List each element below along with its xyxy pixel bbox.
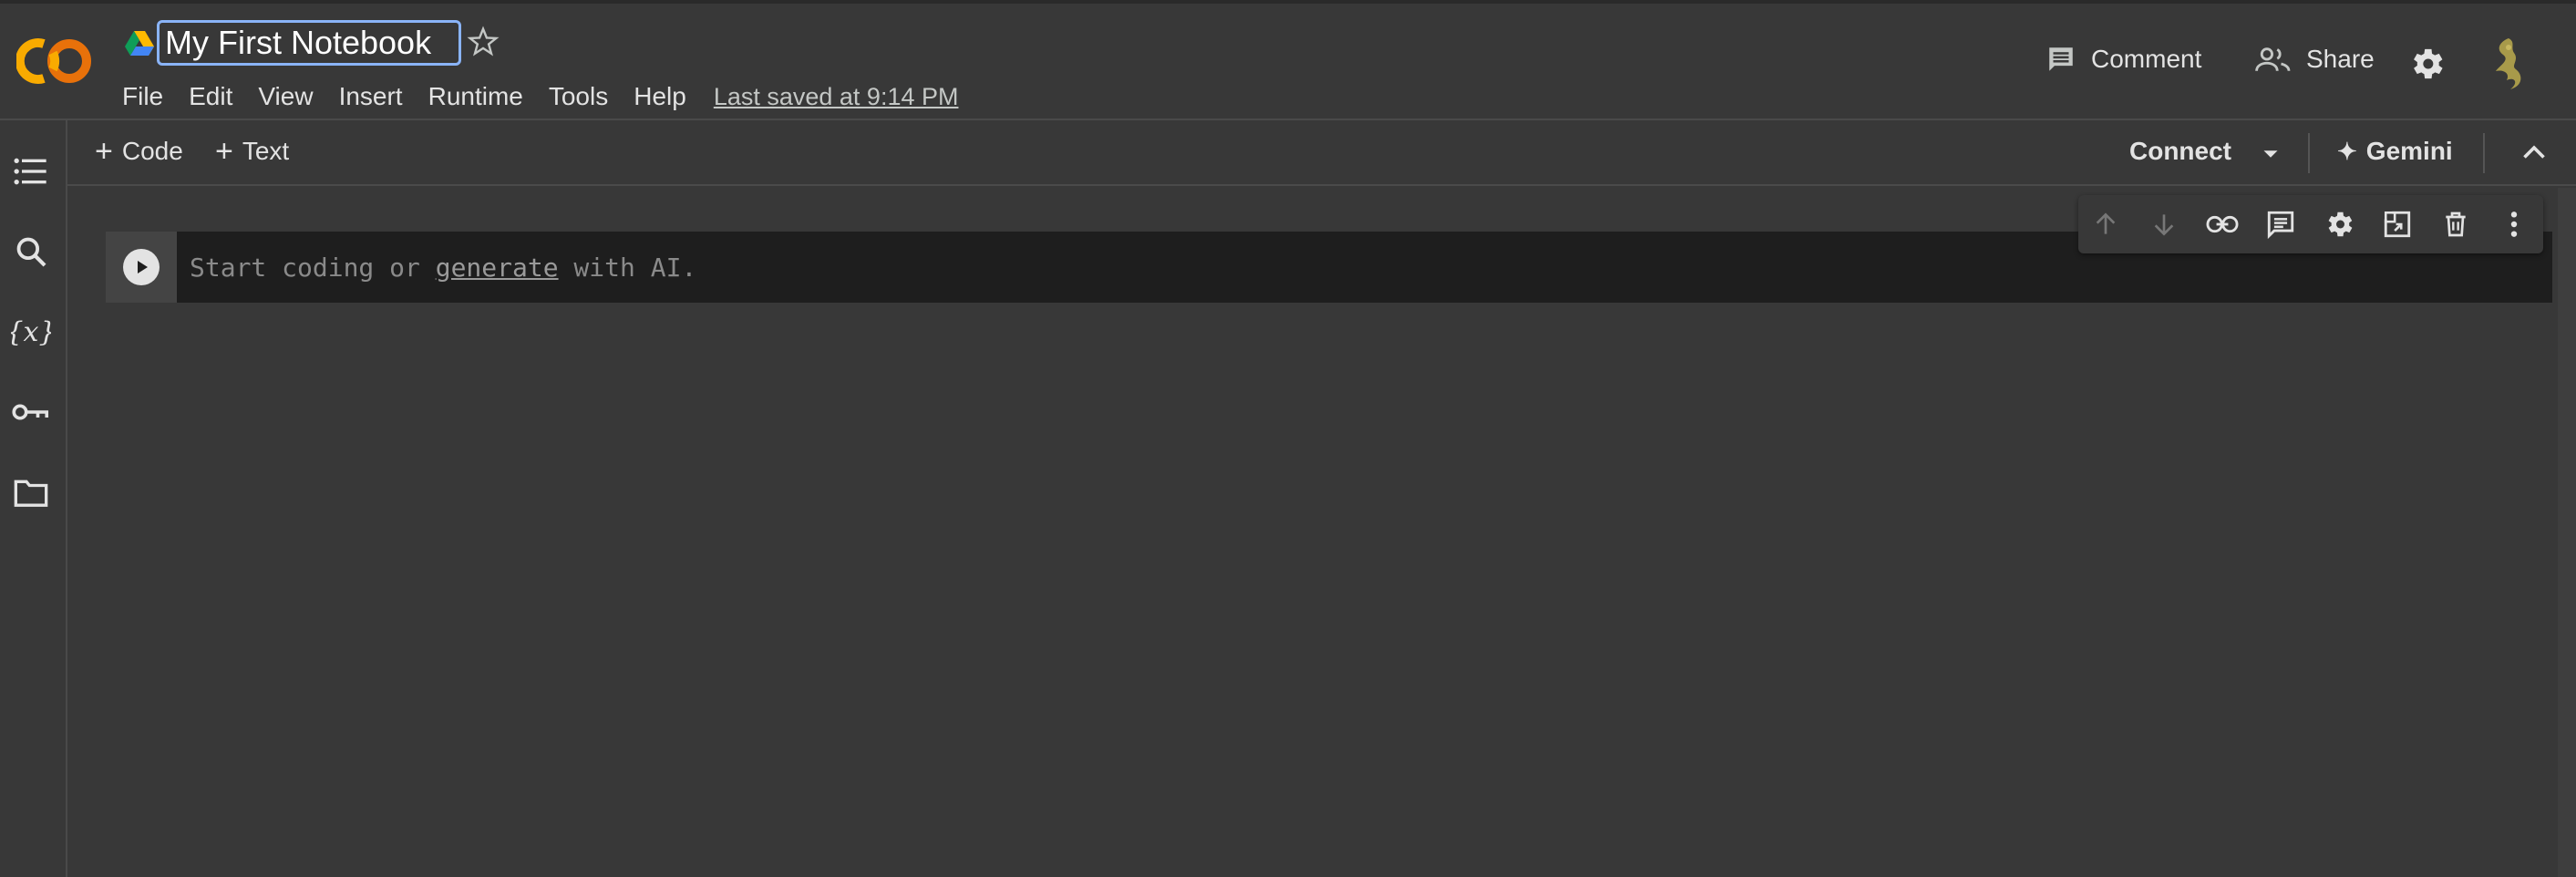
top-header: File Edit View Insert Runtime Tools Help… [0,0,2576,120]
cell-editor[interactable]: Start coding or generate with AI. [190,232,696,303]
scrollbar[interactable] [2558,188,2576,877]
secrets-key-icon[interactable] [11,392,51,432]
cell-toolbar [2078,195,2543,253]
toolbar-divider [2308,133,2310,173]
left-sidebar: {x} [0,120,67,877]
comment-icon [2049,47,2073,71]
share-button[interactable]: Share [2255,44,2375,75]
svg-text:{x}: {x} [11,316,51,348]
plus-icon: + [95,134,113,169]
star-icon[interactable] [467,26,500,58]
settings-gear-icon[interactable] [2406,44,2447,84]
colab-logo[interactable] [16,35,95,88]
placeholder-end: with AI. [558,252,697,283]
notebook-title-input[interactable] [157,20,461,66]
chevron-down-icon[interactable] [2257,140,2284,168]
people-icon [2255,47,2291,71]
menu-bar: File Edit View Insert Runtime Tools Help… [122,78,958,115]
google-drive-icon[interactable] [124,29,155,57]
mirror-cell-tab-icon[interactable] [2381,208,2414,241]
menu-tools[interactable]: Tools [549,82,608,111]
share-label: Share [2306,45,2375,73]
comment-icon[interactable] [2264,208,2297,241]
run-gutter [106,232,177,303]
cell-settings-gear-icon[interactable] [2323,208,2355,241]
menu-insert[interactable]: Insert [339,82,403,111]
menu-edit[interactable]: Edit [189,82,232,111]
more-vert-icon[interactable] [2498,208,2530,241]
add-text-label: Text [242,137,290,165]
move-up-icon[interactable] [2089,208,2122,241]
add-text-button[interactable]: + Text [215,134,290,169]
link-icon[interactable] [2206,208,2239,241]
menu-runtime[interactable]: Runtime [428,82,523,111]
add-code-button[interactable]: + Code [95,134,183,169]
comment-label: Comment [2091,45,2202,73]
menu-help[interactable]: Help [634,82,686,111]
comment-button[interactable]: Comment [2045,44,2201,75]
last-saved-link[interactable]: Last saved at 9:14 PM [714,83,959,111]
chevron-up-icon[interactable] [2518,137,2550,170]
connect-button[interactable]: Connect [2129,137,2231,166]
gemini-button[interactable]: ✦ Gemini [2337,137,2453,166]
move-down-icon[interactable] [2148,208,2180,241]
add-code-label: Code [121,137,183,165]
files-folder-icon[interactable] [11,472,51,512]
variables-icon[interactable]: {x} [11,312,51,352]
play-icon [138,261,148,273]
gemini-label: Gemini [2365,137,2453,165]
plus-icon: + [215,134,233,169]
user-avatar[interactable] [2483,35,2534,93]
run-cell-button[interactable] [123,249,160,285]
placeholder-start: Start coding or [190,252,436,283]
toolbar-divider [2483,133,2485,173]
menu-file[interactable]: File [122,82,163,111]
generate-link[interactable]: generate [436,253,559,283]
menu-view[interactable]: View [258,82,313,111]
gemini-sparkle-icon: ✦ [2337,137,2357,165]
table-of-contents-icon[interactable] [11,151,51,191]
notebook-toolbar: + Code + Text Connect ✦ Gemini [67,120,2576,186]
delete-trash-icon[interactable] [2439,208,2472,241]
search-icon[interactable] [11,232,51,272]
